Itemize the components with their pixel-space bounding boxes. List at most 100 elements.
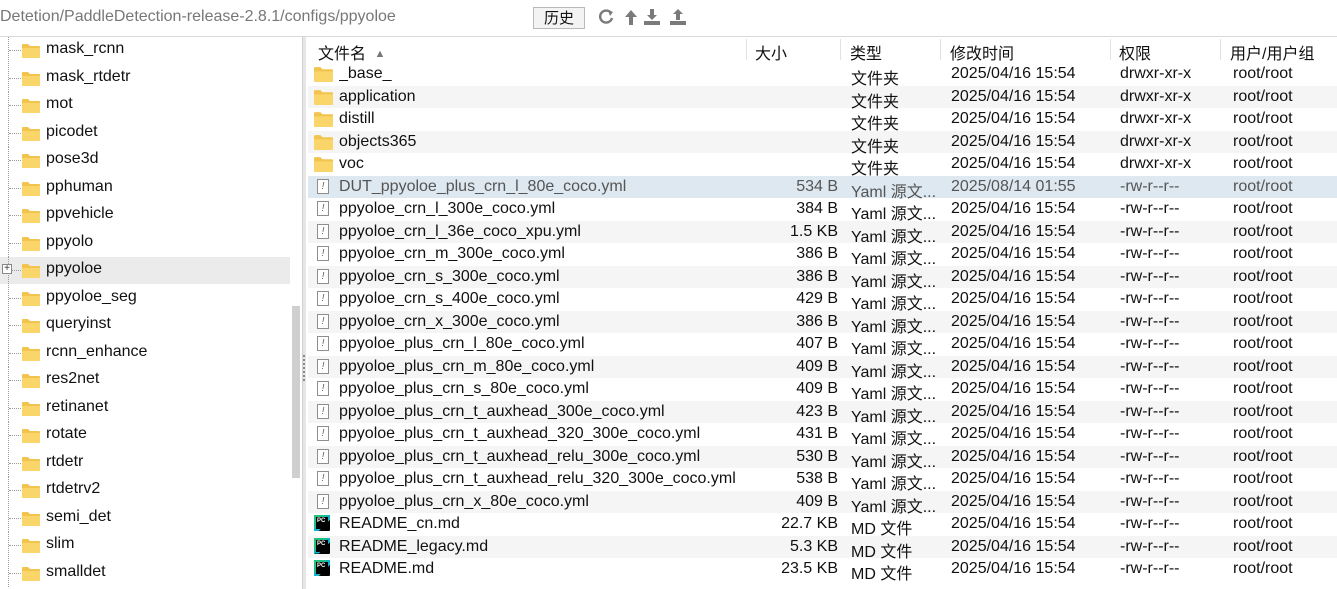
file-row[interactable]: ! ppyoloe_plus_crn_l_80e_coco.yml 407 B Yam… bbox=[308, 333, 1337, 358]
file-modified: 2025/04/16 15:54 bbox=[951, 402, 1076, 420]
tree-item[interactable]: rotate bbox=[0, 422, 290, 449]
folder-icon bbox=[22, 456, 40, 476]
history-button[interactable]: 历史 bbox=[533, 7, 585, 29]
file-row[interactable]: ! ppyoloe_plus_crn_t_auxhead_relu_300e_co… bbox=[308, 445, 1337, 471]
file-owner: root/root bbox=[1233, 492, 1293, 510]
column-header-size[interactable]: 大小 bbox=[755, 40, 787, 64]
download-icon[interactable] bbox=[643, 8, 661, 28]
file-permissions: -rw-r--r-- bbox=[1120, 290, 1180, 307]
tree-item[interactable]: rtdetr bbox=[0, 449, 290, 477]
column-header-modified[interactable]: 修改时间 bbox=[950, 40, 1014, 64]
path-bar: Detetion/PaddleDetection-release-2.8.1/c… bbox=[0, 0, 1337, 37]
file-row[interactable]: application 文件夹 2025/04/16 15:54 drwxr-xr-x… bbox=[308, 85, 1337, 111]
column-header-type[interactable]: 类型 bbox=[850, 40, 882, 64]
folder-icon bbox=[314, 89, 333, 110]
file-size: 431 B bbox=[796, 425, 838, 442]
file-row[interactable]: ! ppyoloe_plus_crn_m_80e_coco.yml 409 B Yam… bbox=[308, 355, 1337, 381]
tree-item[interactable]: rcnn_enhance bbox=[0, 339, 290, 367]
file-permissions: -rw-r--r-- bbox=[1120, 335, 1180, 352]
tree-item[interactable]: rtdetrv2 bbox=[0, 477, 290, 504]
tree-item[interactable]: mot bbox=[0, 92, 290, 119]
file-modified: 2025/04/16 15:54 bbox=[951, 447, 1076, 465]
folder-icon bbox=[22, 291, 40, 311]
file-owner: root/root bbox=[1233, 470, 1293, 487]
column-divider[interactable] bbox=[746, 39, 747, 60]
tree-scrollbar[interactable] bbox=[292, 306, 300, 478]
tree-item[interactable]: mask_rtdetr bbox=[0, 64, 290, 92]
panel-splitter[interactable] bbox=[302, 37, 306, 589]
tree-item[interactable]: queryinst bbox=[0, 312, 290, 339]
folder-icon bbox=[22, 483, 40, 503]
yaml-file-icon: ! bbox=[317, 448, 329, 464]
tree-item[interactable]: smalldet bbox=[0, 559, 290, 587]
upload-icon[interactable] bbox=[669, 8, 687, 28]
file-row[interactable]: _base_ 文件夹 2025/04/16 15:54 drwxr-xr-x root/… bbox=[308, 63, 1337, 88]
file-modified: 2025/04/16 15:54 bbox=[951, 290, 1076, 307]
file-row[interactable]: ! ppyoloe_crn_x_300e_coco.yml 386 B Yaml 源文… bbox=[308, 310, 1337, 336]
tree-item[interactable]: semi_det bbox=[0, 504, 290, 532]
file-owner: root/root bbox=[1233, 155, 1293, 172]
tree-item[interactable]: ppyoloe_seg bbox=[0, 284, 290, 312]
tree-item[interactable]: slim bbox=[0, 532, 290, 559]
file-size: 534 B bbox=[796, 177, 838, 195]
file-modified: 2025/04/16 15:54 bbox=[951, 110, 1076, 127]
file-row[interactable]: objects365 文件夹 2025/04/16 15:54 drwxr-xr-x r… bbox=[308, 130, 1337, 156]
tree-item-label: pose3d bbox=[46, 150, 99, 167]
file-row[interactable]: ! DUT_ppyoloe_plus_crn_l_80e_coco.yml 534 … bbox=[308, 175, 1337, 201]
tree-item[interactable]: pose3d bbox=[0, 147, 290, 174]
column-header-owner[interactable]: 用户/用户组 bbox=[1230, 40, 1314, 64]
tree-item[interactable]: mask_rcnn bbox=[0, 37, 290, 64]
column-header-permissions[interactable]: 权限 bbox=[1119, 40, 1151, 64]
tree-item[interactable]: pphuman bbox=[0, 174, 290, 202]
file-row[interactable]: PC README.md 23.5 KB MD 文件 2025/04/16 15:54 -… bbox=[308, 558, 1337, 583]
tree-guide-line bbox=[9, 215, 21, 216]
file-name: voc bbox=[339, 155, 364, 172]
column-divider[interactable] bbox=[840, 39, 841, 60]
file-row[interactable]: ! ppyoloe_crn_s_400e_coco.yml 429 B Yaml 源文… bbox=[308, 288, 1337, 313]
tree-item[interactable]: picodet bbox=[0, 119, 290, 147]
file-row[interactable]: ! ppyoloe_crn_s_300e_coco.yml 386 B Yaml 源文… bbox=[308, 265, 1337, 291]
column-divider[interactable] bbox=[1220, 39, 1221, 60]
file-modified: 2025/04/16 15:54 bbox=[951, 312, 1076, 330]
file-row[interactable]: ! ppyoloe_plus_crn_x_80e_coco.yml 409 B Yam… bbox=[308, 490, 1337, 516]
file-row[interactable]: ! ppyoloe_plus_crn_t_auxhead_320_300e_coc… bbox=[308, 423, 1337, 448]
column-divider[interactable] bbox=[1110, 39, 1111, 60]
column-divider[interactable] bbox=[940, 39, 941, 60]
tree-item[interactable]: res2net bbox=[0, 367, 290, 394]
folder-icon bbox=[22, 208, 40, 228]
file-row[interactable]: ! ppyoloe_crn_m_300e_coco.yml 386 B Yaml 源文… bbox=[308, 243, 1337, 268]
file-permissions: -rw-r--r-- bbox=[1120, 537, 1180, 555]
tree-item[interactable]: ppvehicle bbox=[0, 202, 290, 229]
tree-item[interactable]: retinanet bbox=[0, 394, 290, 422]
folder-icon bbox=[22, 373, 40, 393]
splitter-grip[interactable] bbox=[303, 355, 307, 381]
file-row[interactable]: PC README_cn.md 22.7 KB MD 文件 2025/04/16 15:… bbox=[308, 513, 1337, 538]
file-row[interactable]: ! ppyoloe_plus_crn_t_auxhead_300e_coco.ym… bbox=[308, 400, 1337, 426]
file-permissions: drwxr-xr-x bbox=[1120, 110, 1192, 127]
tree-item[interactable]: ppyolo bbox=[0, 229, 290, 257]
file-name: ppyoloe_crn_s_300e_coco.yml bbox=[339, 267, 560, 285]
file-row[interactable]: ! ppyoloe_plus_crn_t_auxhead_relu_320_300… bbox=[308, 468, 1337, 493]
up-arrow-icon[interactable] bbox=[622, 8, 640, 28]
refresh-icon[interactable] bbox=[597, 8, 615, 28]
yaml-file-icon: ! bbox=[317, 223, 329, 239]
file-size: 23.5 KB bbox=[781, 560, 838, 577]
file-size: 538 B bbox=[796, 470, 838, 487]
column-header-name[interactable]: 文件名 ▲ bbox=[318, 40, 385, 64]
tree-item[interactable]: + ppyoloe bbox=[0, 257, 290, 284]
file-row[interactable]: distill 文件夹 2025/04/16 15:54 drwxr-xr-x root… bbox=[308, 108, 1337, 133]
file-row[interactable]: PC README_legacy.md 5.3 KB MD 文件 2025/04/16 … bbox=[308, 535, 1337, 561]
path-input[interactable]: Detetion/PaddleDetection-release-2.8.1/c… bbox=[0, 8, 530, 26]
file-row[interactable]: ! ppyoloe_crn_l_300e_coco.yml 384 B Yaml 源文… bbox=[308, 198, 1337, 223]
folder-icon bbox=[22, 566, 40, 586]
file-owner: root/root bbox=[1233, 312, 1293, 330]
file-owner: root/root bbox=[1233, 380, 1293, 397]
folder-icon bbox=[22, 511, 40, 531]
file-row[interactable]: ! ppyoloe_crn_l_36e_coco_xpu.yml 1.5 KB Yam… bbox=[308, 220, 1337, 246]
file-modified: 2025/04/16 15:54 bbox=[951, 515, 1076, 532]
file-permissions: -rw-r--r-- bbox=[1120, 492, 1180, 510]
file-row[interactable]: voc 文件夹 2025/04/16 15:54 drwxr-xr-x root/roo… bbox=[308, 153, 1337, 178]
file-permissions: -rw-r--r-- bbox=[1120, 560, 1180, 577]
file-row[interactable]: ! ppyoloe_plus_crn_s_80e_coco.yml 409 B Yam… bbox=[308, 378, 1337, 403]
expand-icon[interactable]: + bbox=[2, 264, 12, 274]
